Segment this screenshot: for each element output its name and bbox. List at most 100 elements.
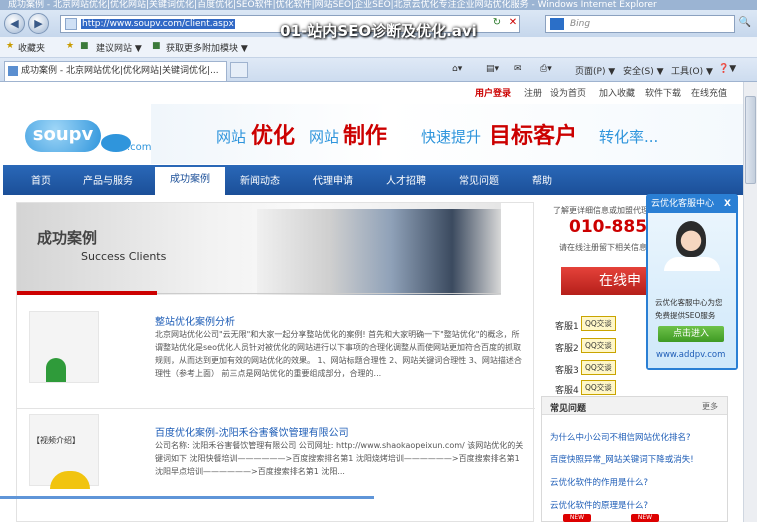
case-thumb-label: 【视频介绍】 (32, 436, 80, 445)
hero-divider (157, 293, 501, 294)
nav-jobs[interactable]: 人才招聘 (386, 172, 426, 187)
favorites-button[interactable]: 收藏夹 (18, 41, 45, 54)
favorites-star-icon[interactable]: ★ (6, 41, 14, 51)
window-title: 成功案例 - 北京网站优化|优化网站|关键词优化|百度优化|SEO软件|优化软件… (8, 0, 657, 10)
nav-news[interactable]: 新闻动态 (240, 172, 280, 187)
banner-word-1: 网站 (216, 128, 247, 146)
tools-menu[interactable]: 工具(O) ▼ (671, 64, 713, 77)
kefu-label: 客服3 (555, 366, 579, 376)
banner-word-5: 快速提升 (421, 128, 482, 146)
kefu-label: 客服2 (555, 344, 579, 354)
register-link[interactable]: 注册 (524, 86, 542, 99)
popup-line-1: 云优化客服中心为您 (655, 298, 723, 307)
home-icon[interactable]: ⌂▾ (452, 64, 462, 74)
tab-current[interactable]: 成功案例 - 北京网站优化|优化网站|关键词优化|... (4, 61, 227, 81)
handshake-image (257, 209, 501, 295)
faq-header: 常见问题 更多 (542, 397, 727, 415)
case-description: 北京网站优化公司"云无限"和大家一起分享整站优化的案例! 首先和大家明确一下"整… (155, 330, 522, 378)
popup-url[interactable]: www.addpv.com (656, 350, 725, 360)
case-divider (17, 408, 535, 409)
web-page: 用户登录 注册 设为首页 加入收藏 软件下载 在线充值 soupv .com 网… (3, 82, 743, 522)
add-favorite-link[interactable]: 加入收藏 (599, 86, 635, 99)
qq-chat-button[interactable]: QQ交谈 (581, 316, 616, 331)
add-favorite-icon[interactable]: ★ (66, 41, 74, 51)
kefu-label: 客服1 (555, 322, 579, 332)
case-thumb-graphic (50, 471, 90, 489)
case-thumb-graphic (46, 358, 66, 382)
register-note: 请在线注册留下相关信息 (559, 243, 647, 252)
faq-title: 常见问题 (550, 404, 587, 414)
case-description: 公司名称: 沈阳禾谷害餐饮管理有限公司 公司网址: http://www.sha… (155, 441, 524, 476)
banner: 网站 优化 网站 制作 快速提升 目标客户 转化率... (151, 104, 743, 164)
nav-help[interactable]: 帮助 (532, 172, 552, 187)
set-home-link[interactable]: 设为首页 (550, 86, 586, 99)
tab-favicon-icon (8, 66, 18, 76)
popup-line-2: 免费提供SEO服务 (655, 311, 716, 320)
qq-chat-button[interactable]: QQ交谈 (581, 380, 616, 395)
new-badge: NEW (631, 514, 659, 522)
video-progress-bar[interactable] (0, 496, 374, 499)
hero-underline (17, 291, 157, 295)
suggested-sites-icon: ■ (80, 41, 89, 51)
scrollbar-thumb[interactable] (745, 96, 756, 184)
logo-text: soupv (25, 120, 101, 152)
addons-link[interactable]: 获取更多附加模块 ▼ (166, 41, 248, 54)
kefu-label: 客服4 (555, 386, 579, 396)
case-item: 【视频介绍】 百度优化案例-沈阳禾谷害餐饮管理有限公司 公司名称: 沈阳禾谷害餐… (17, 410, 535, 520)
logo-suffix: .com (127, 142, 152, 153)
popup-header: 云优化客服中心 X (648, 196, 736, 213)
faq-item[interactable]: 云优化软件的原理是什么? (550, 499, 648, 511)
banner-word-2: 优化 (251, 124, 296, 149)
nav-faq[interactable]: 常见问题 (459, 172, 499, 187)
contact-hint: 了解更详细信息或加盟代理 (553, 206, 649, 215)
hero-subtitle: Success Clients (81, 250, 167, 263)
safety-menu[interactable]: 安全(S) ▼ (623, 64, 664, 77)
nav-agent[interactable]: 代理申请 (313, 172, 353, 187)
download-link[interactable]: 软件下载 (645, 86, 681, 99)
feeds-icon[interactable]: ▤▾ (486, 64, 499, 74)
case-title[interactable]: 百度优化案例-沈阳禾谷害餐饮管理有限公司 (155, 424, 349, 439)
new-badge: NEW (563, 514, 591, 522)
read-mail-icon[interactable]: ✉ (514, 64, 522, 74)
case-item: 整站优化案例分析 北京网站优化公司"云无限"和大家一起分享整站优化的案例! 首先… (17, 299, 535, 404)
faq-item[interactable]: 云优化软件的作用是什么? (550, 476, 648, 488)
case-thumbnail[interactable]: 【视频介绍】 (29, 414, 99, 489)
faq-item[interactable]: 百度快照异常_网站关键词下降或消失! (550, 453, 694, 465)
agent-avatar (676, 221, 706, 257)
customer-service-popup: 云优化客服中心 X 云优化客服中心为您 免费提供SEO服务 点击进入 www.a… (646, 194, 738, 370)
new-tab-button[interactable] (230, 62, 248, 78)
case-title[interactable]: 整站优化案例分析 (155, 313, 235, 328)
faq-item[interactable]: 为什么中小公司不相信网站优化排名? (550, 431, 691, 443)
banner-word-7: 转化率... (599, 128, 659, 146)
hero-banner: 成功案例 Success Clients (17, 203, 501, 295)
suggested-sites-link[interactable]: 建议网站 ▼ (96, 41, 142, 54)
case-thumbnail[interactable] (29, 311, 99, 383)
page-menu[interactable]: 页面(P) ▼ (575, 64, 615, 77)
addons-icon: ■ (152, 41, 161, 51)
vertical-scrollbar[interactable] (743, 82, 757, 522)
print-icon[interactable]: ⎙▾ (540, 64, 552, 74)
qq-chat-button[interactable]: QQ交谈 (581, 338, 616, 353)
popup-title: 云优化客服中心 (651, 199, 715, 209)
video-title-overlay: 01-站内SEO诊断及优化.avi (280, 22, 477, 40)
help-menu[interactable]: ❓▼ (718, 64, 736, 74)
window-title-bar: 成功案例 - 北京网站优化|优化网站|关键词优化|百度优化|SEO软件|优化软件… (0, 0, 757, 10)
nav-products[interactable]: 产品与服务 (83, 172, 133, 187)
qq-chat-button[interactable]: QQ交谈 (581, 360, 616, 375)
faq-more-link[interactable]: 更多 (702, 401, 718, 412)
tab-bar: 成功案例 - 北京网站优化|优化网站|关键词优化|... ⌂▾ ▤▾ ✉ ⎙▾ … (0, 58, 757, 82)
site-logo[interactable]: soupv .com (25, 120, 155, 160)
nav-cases[interactable]: 成功案例 (155, 167, 225, 195)
banner-word-3: 网站 (309, 128, 340, 146)
main-nav: 首页 产品与服务 成功案例 新闻动态 代理申请 人才招聘 常见问题 帮助 (3, 165, 743, 195)
nav-home[interactable]: 首页 (31, 172, 51, 187)
banner-word-4: 制作 (343, 124, 388, 149)
banner-word-6: 目标客户 (489, 124, 578, 149)
popup-body: 云优化客服中心为您 免费提供SEO服务 点击进入 www.addpv.com (648, 213, 736, 368)
faq-box: 常见问题 更多 为什么中小公司不相信网站优化排名? 百度快照异常_网站关键词下降… (541, 396, 728, 522)
popup-close-icon[interactable]: X (724, 196, 731, 212)
login-link[interactable]: 用户登录 (475, 86, 511, 99)
tab-label: 成功案例 - 北京网站优化|优化网站|关键词优化|... (21, 66, 219, 76)
recharge-link[interactable]: 在线充值 (691, 86, 727, 99)
popup-enter-button[interactable]: 点击进入 (658, 326, 724, 342)
